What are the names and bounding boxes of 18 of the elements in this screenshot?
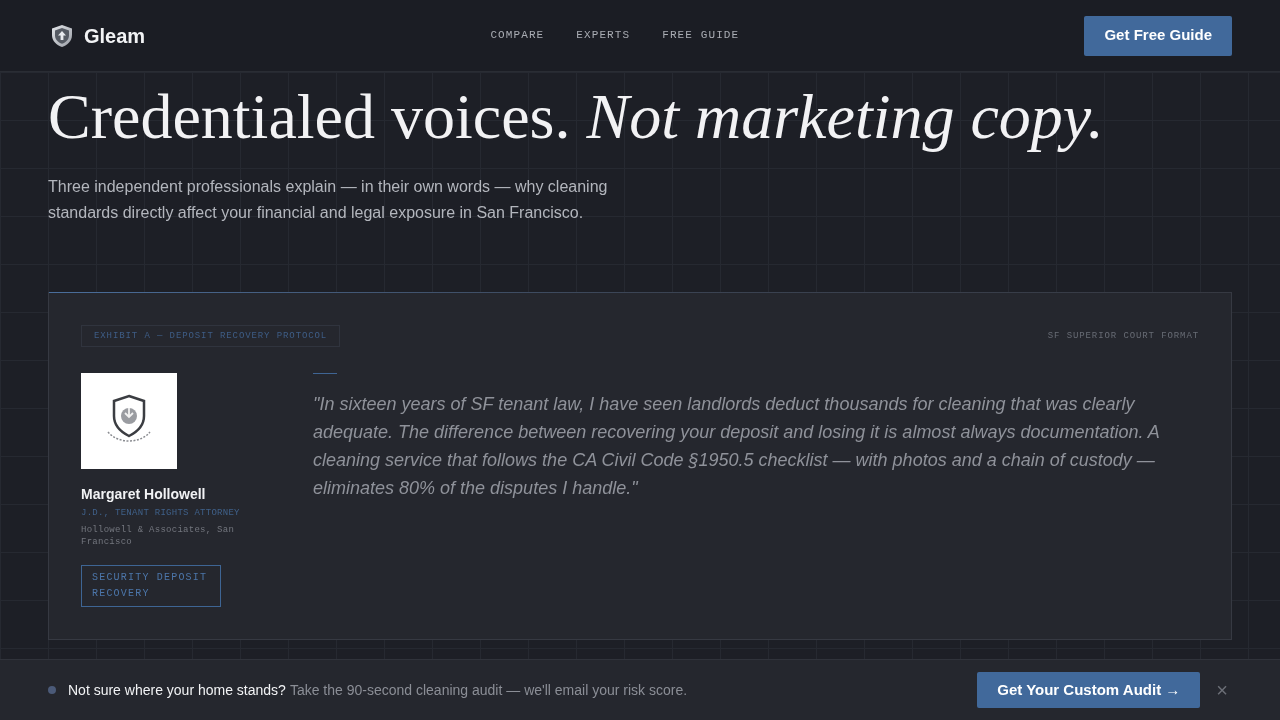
expert-name: Margaret Hollowell (81, 485, 207, 504)
expert-quote: "In sixteen years of SF tenant law, I have seen landlords deduct thousands for cleaning that was clearly adequate. The difference between recovering your deposit and losing it is almost always documentation. A cleaning service that follows the CA Civil Code §1950.5 checklist — with photos and a chain of custody — eliminates 80% of the disputes I handle." (313, 393, 1161, 500)
nav-link[interactable]: EXPERTS (576, 27, 631, 44)
expert-firm: Hollowell & Associates, San Francisco (81, 524, 236, 548)
shield-icon (52, 24, 72, 47)
get-guide-button[interactable]: Get Free Guide (1084, 15, 1232, 56)
nav-link[interactable]: COMPARE (490, 27, 545, 44)
hero-heading: Credentialed voices. Not marketing copy. (48, 82, 1105, 152)
nav-link[interactable]: FREE GUIDE (662, 27, 740, 44)
audit-button[interactable]: Get Your Custom Audit → (977, 672, 1201, 708)
topic-tag: SECURITY DEPOSIT RECOVERY (81, 565, 221, 607)
hero-intro: Three independent professionals explain — in their own words — why cleaning standards directly affect your financial and legal exposure in San Francisco. (48, 177, 609, 223)
format-label: SF SUPERIOR COURT FORMAT (1047, 330, 1199, 342)
banner-question: Not sure where your home stands? (68, 681, 286, 700)
banner-text: Take the 90-second cleaning audit — we'll email your risk score. (289, 681, 688, 700)
brand-name[interactable]: Gleam (84, 20, 146, 51)
expert-credential: J.D., TENANT RIGHTS ATTORNEY (81, 507, 241, 519)
exhibit-label: EXHIBIT A — DEPOSIT RECOVERY PROTOCOL (81, 325, 341, 347)
